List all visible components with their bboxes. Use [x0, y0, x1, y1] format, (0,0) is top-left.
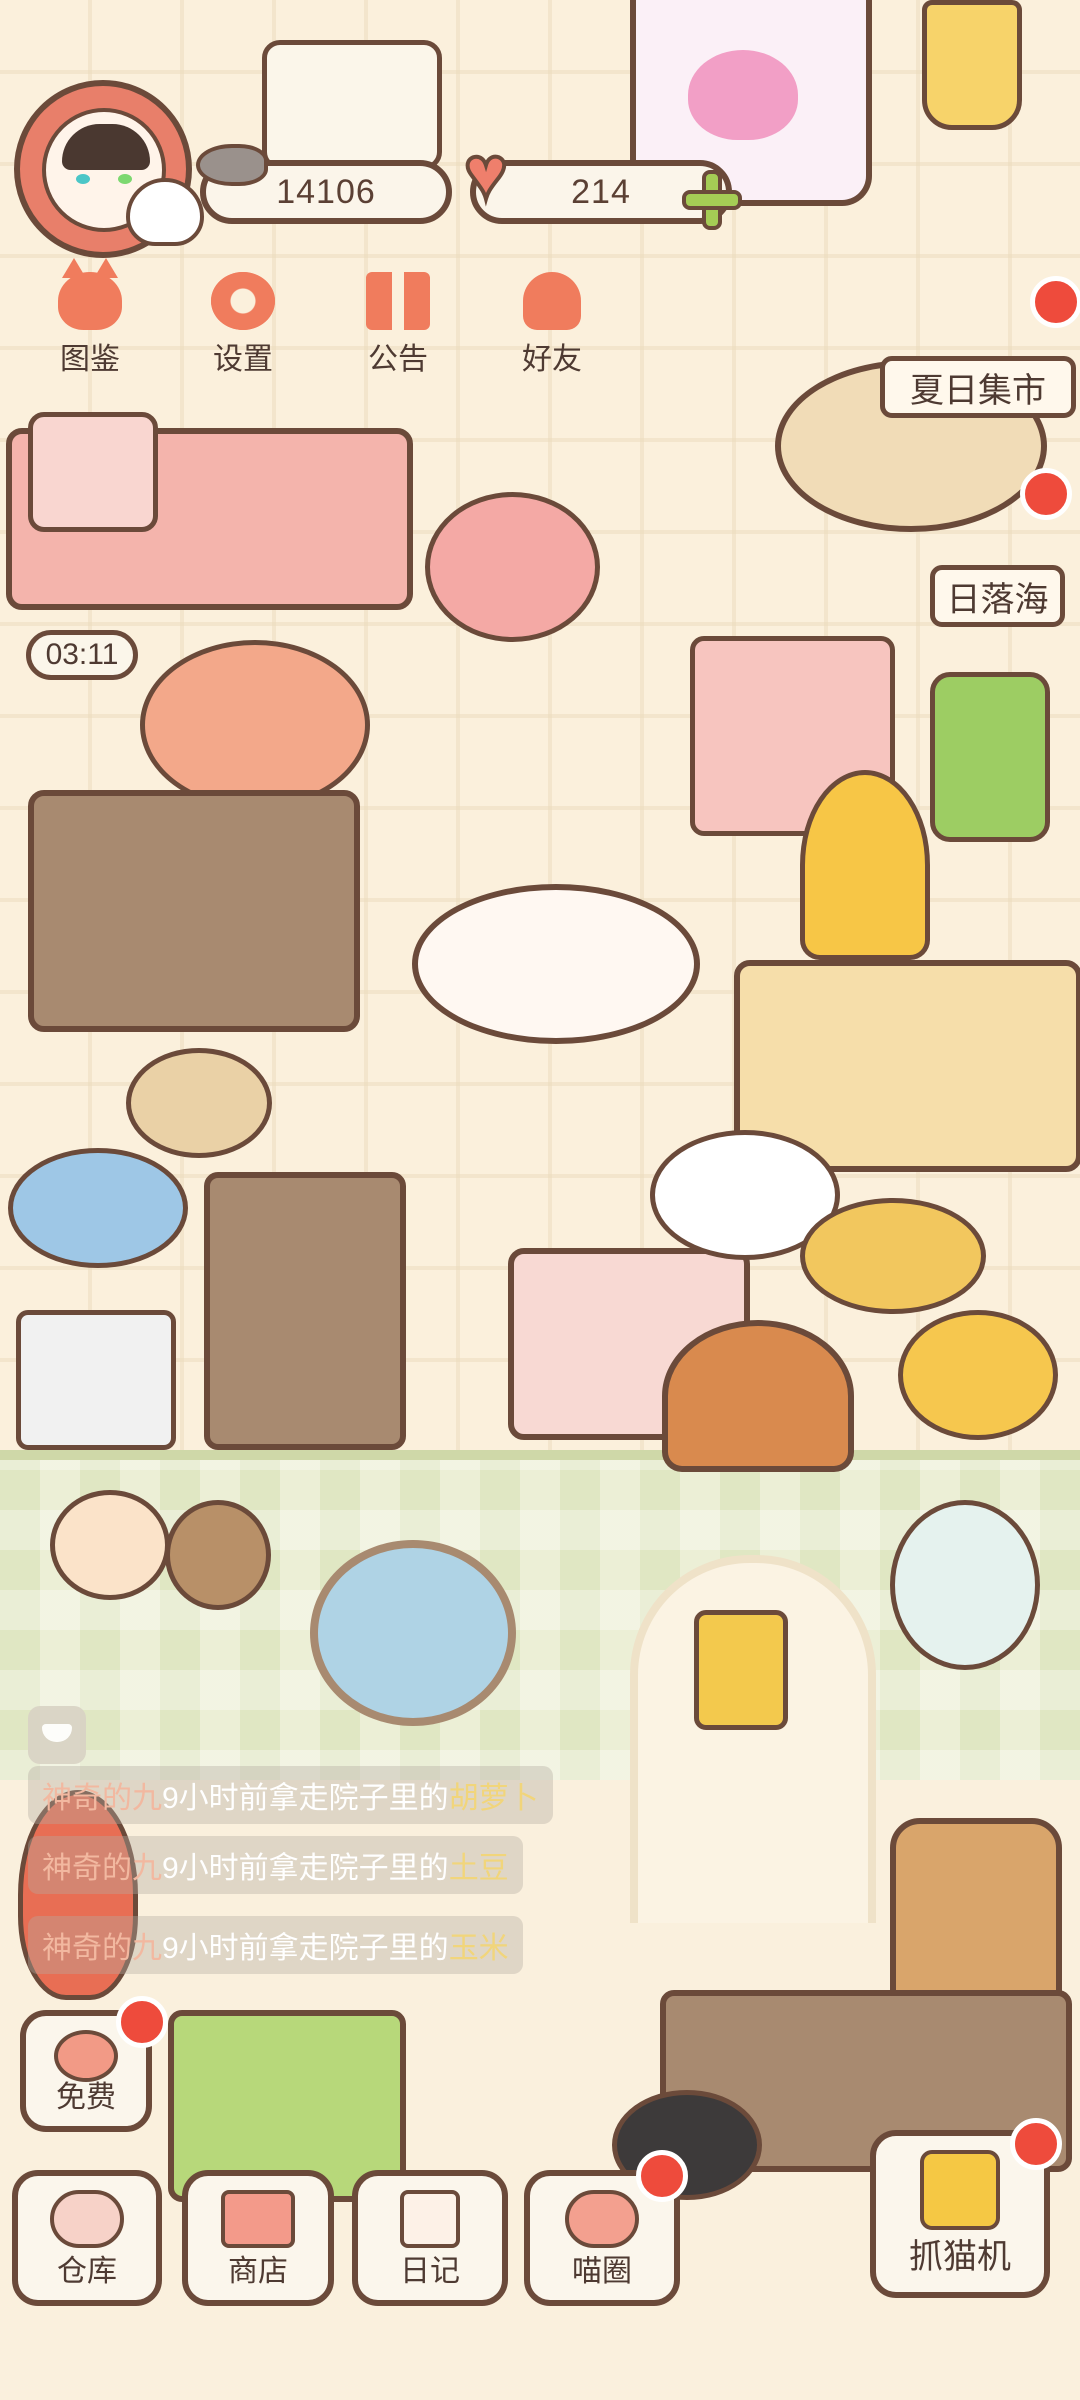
- gift-icon: [366, 272, 430, 330]
- shop-button[interactable]: 商店: [182, 2170, 334, 2306]
- mouse-timer: 03:11: [26, 630, 138, 680]
- menu-announcement-button[interactable]: 公告: [338, 272, 458, 382]
- fish-icon: [196, 144, 268, 186]
- chat-text: 9小时前拿走院子里的: [162, 1932, 449, 1965]
- drawing-easel[interactable]: [28, 412, 158, 532]
- summer-market-notification-dot: [1030, 276, 1080, 328]
- chat-user-name: 神奇的九: [42, 1932, 162, 1965]
- chat-item-name: 胡萝卜: [448, 1782, 539, 1815]
- hydrangea-planter[interactable]: [140, 640, 370, 810]
- chat-text: 9小时前拿走院子里的: [162, 1782, 449, 1815]
- sunset-sea-event[interactable]: 日落海: [930, 565, 1065, 627]
- cat-book-icon: [58, 258, 122, 330]
- duck-toy[interactable]: [898, 1310, 1058, 1440]
- summer-market-label: 夏日集市: [910, 371, 1046, 410]
- tree-stump[interactable]: [126, 1048, 272, 1158]
- chat-text: 9小时前拿走院子里的: [162, 1852, 449, 1885]
- free-label: 免费: [56, 2081, 116, 2114]
- chat-item-name: 土豆: [448, 1852, 509, 1885]
- diary-button[interactable]: 日记: [352, 2170, 508, 2306]
- menu-collection-label: 图鉴: [60, 343, 120, 376]
- chat-message: 神奇的九 9小时前拿走院子里的 胡萝卜: [28, 1766, 553, 1824]
- claw-machine-label: 抓猫机: [909, 2238, 1011, 2276]
- avatar-hair: [62, 124, 150, 170]
- chat-toggle-icon[interactable]: [28, 1706, 86, 1764]
- mouse-character[interactable]: [425, 492, 600, 642]
- warehouse-button[interactable]: 仓库: [12, 2170, 162, 2306]
- gear-icon: [211, 272, 275, 330]
- menu-collection-button[interactable]: 图鉴: [30, 258, 150, 382]
- sunset-sea-label: 日落海: [946, 580, 1049, 619]
- friends-icon: [523, 272, 581, 330]
- cookie-cushion[interactable]: [800, 1198, 986, 1314]
- menu-settings-button[interactable]: 设置: [183, 272, 303, 382]
- claw-machine-notification-dot: [1010, 2118, 1062, 2170]
- claw-icon: [920, 2150, 1000, 2230]
- menu-friends-label: 好友: [522, 343, 582, 376]
- potato-plush[interactable]: [165, 1500, 271, 1610]
- meow-circle-notification-dot: [636, 2150, 688, 2202]
- sunset-sea-notification-dot: [1020, 468, 1072, 520]
- heart-rug[interactable]: [412, 884, 700, 1044]
- potted-plant[interactable]: [890, 1500, 1040, 1670]
- avatar-eye-left: [76, 174, 90, 184]
- hanging-charm[interactable]: [694, 1610, 788, 1730]
- shop-label: 商店: [228, 2255, 288, 2288]
- diary-icon: [400, 2190, 460, 2248]
- heart-value: 214: [571, 172, 631, 211]
- fish-bowl-bin[interactable]: [16, 1310, 176, 1450]
- chat-message: 神奇的九 9小时前拿走院子里的 玉米: [28, 1916, 523, 1974]
- bamboo-plant[interactable]: [930, 672, 1050, 842]
- chat-message: 神奇的九 9小时前拿走院子里的 土豆: [28, 1836, 523, 1894]
- sunflower-scratcher[interactable]: [800, 770, 930, 960]
- avatar-eye-right: [118, 174, 132, 184]
- flower-sign: [262, 40, 442, 170]
- lantern[interactable]: [922, 0, 1022, 130]
- fish-coin-value: 14106: [276, 172, 376, 211]
- pink-heart-decoration: [688, 50, 798, 140]
- bird-plush[interactable]: [50, 1490, 170, 1600]
- orange-tabby-cat[interactable]: [662, 1320, 854, 1472]
- meow-circle-label: 喵圈: [572, 2255, 632, 2288]
- bunny-companion-icon: [126, 178, 204, 246]
- timer-value: 03:11: [45, 638, 119, 671]
- heart-icon: ♥: [462, 131, 510, 214]
- wicker-chair[interactable]: [890, 1818, 1062, 2000]
- shop-icon: [221, 2190, 295, 2248]
- chat-user-name: 神奇的九: [42, 1852, 162, 1885]
- ufo-toy[interactable]: [8, 1148, 188, 1268]
- add-hearts-plus-icon[interactable]: [682, 170, 742, 230]
- gumball-machines[interactable]: [28, 790, 360, 1032]
- summer-market-event[interactable]: 夏日集市: [880, 356, 1076, 418]
- chat-user-name: 神奇的九: [42, 1782, 162, 1815]
- menu-announcement-label: 公告: [368, 343, 428, 376]
- diary-label: 日记: [400, 2255, 460, 2288]
- round-mirror[interactable]: [310, 1540, 516, 1726]
- yarn-cabinet[interactable]: [204, 1172, 406, 1450]
- menu-friends-button[interactable]: 好友: [492, 272, 612, 382]
- chat-item-name: 玉米: [448, 1932, 509, 1965]
- menu-settings-label: 设置: [213, 343, 273, 376]
- warehouse-icon: [50, 2190, 124, 2248]
- free-notification-dot: [116, 1996, 168, 2048]
- warehouse-label: 仓库: [57, 2255, 117, 2288]
- cat-planet-icon: [565, 2190, 639, 2248]
